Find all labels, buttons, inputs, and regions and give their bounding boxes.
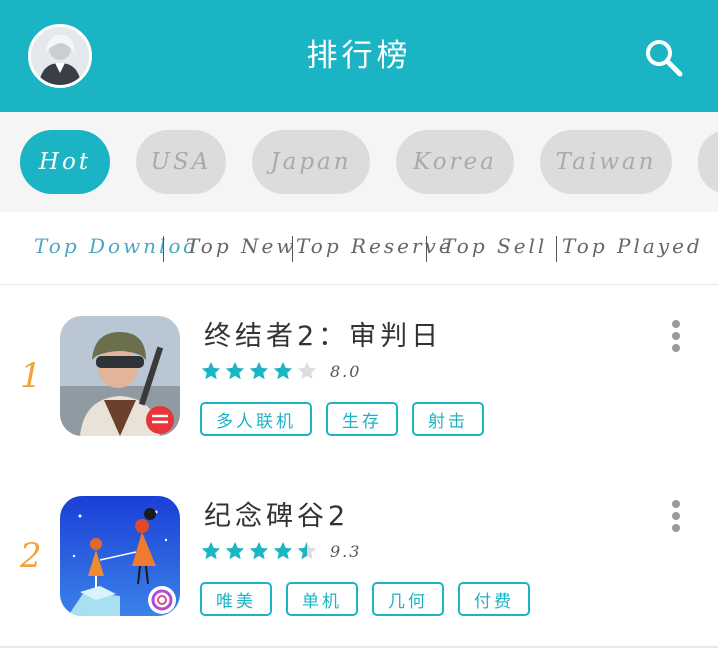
tag-chip[interactable]: 付费 bbox=[458, 582, 530, 616]
rating-stars: 8.0 bbox=[200, 360, 361, 382]
star-filled-icon bbox=[249, 541, 269, 560]
star-filled-icon bbox=[201, 361, 221, 380]
star-empty-icon bbox=[297, 361, 317, 380]
tab-top-played[interactable]: Top Played bbox=[562, 234, 703, 258]
star-filled-icon bbox=[225, 361, 245, 380]
region-chip-japan[interactable]: Japan bbox=[252, 130, 370, 194]
star-half-icon bbox=[297, 541, 317, 560]
region-chip-hot[interactable]: Hot bbox=[20, 130, 110, 194]
app-name: 终结者2：审判日 bbox=[204, 321, 443, 352]
tab-divider bbox=[556, 236, 557, 262]
tag-chip[interactable]: 多人联机 bbox=[200, 402, 312, 436]
star-filled-icon bbox=[273, 361, 293, 380]
tab-top-reserve[interactable]: Top Reserve bbox=[296, 234, 454, 258]
tab-divider bbox=[426, 236, 427, 262]
star-filled-icon bbox=[225, 541, 245, 560]
rating-stars: 9.3 bbox=[200, 540, 361, 562]
list-item[interactable]: 1 终结者2：审判日 8.0 多人联机 生存 射击 bbox=[0, 286, 718, 468]
list-item[interactable]: 2 纪念碑谷2 9.3 唯美 单机 几何 付费 bbox=[0, 466, 718, 648]
page-title: 排行榜 bbox=[306, 38, 412, 74]
app-header: 排行榜 bbox=[0, 0, 718, 112]
app-name: 纪念碑谷2 bbox=[204, 501, 350, 532]
region-chip-taiwan[interactable]: Taiwan bbox=[540, 130, 672, 194]
tag-chip[interactable]: 几何 bbox=[372, 582, 444, 616]
rating-value: 9.3 bbox=[330, 541, 362, 561]
tab-divider bbox=[292, 236, 293, 262]
star-filled-icon bbox=[201, 541, 221, 560]
tag-chip[interactable]: 唯美 bbox=[200, 582, 272, 616]
star-filled-icon bbox=[273, 541, 293, 560]
region-filter-bar: Hot USA Japan Korea Taiwan bbox=[0, 112, 718, 212]
tag-list: 唯美 单机 几何 付费 bbox=[200, 582, 544, 616]
more-options-icon[interactable] bbox=[668, 320, 684, 356]
region-chip-usa[interactable]: USA bbox=[136, 130, 226, 194]
region-chip-korea[interactable]: Korea bbox=[396, 130, 514, 194]
search-icon[interactable] bbox=[642, 36, 686, 80]
tab-divider bbox=[163, 236, 164, 262]
tag-chip[interactable]: 射击 bbox=[412, 402, 484, 436]
region-chip-overflow[interactable] bbox=[698, 130, 718, 194]
app-icon[interactable] bbox=[60, 496, 180, 616]
ranking-type-tabs: Top Downlod Top New Top Reserve Top Sell… bbox=[0, 212, 718, 285]
star-filled-icon bbox=[249, 361, 269, 380]
rank-number: 2 bbox=[20, 536, 42, 576]
rating-value: 8.0 bbox=[330, 361, 362, 381]
tab-top-new[interactable]: Top New bbox=[186, 234, 296, 258]
more-options-icon[interactable] bbox=[668, 500, 684, 536]
tab-top-download[interactable]: Top Downlod bbox=[34, 234, 199, 258]
rank-number: 1 bbox=[20, 356, 42, 396]
app-icon[interactable] bbox=[60, 316, 180, 436]
tag-chip[interactable]: 单机 bbox=[286, 582, 358, 616]
tab-top-sell[interactable]: Top Sell bbox=[442, 234, 547, 258]
tag-chip[interactable]: 生存 bbox=[326, 402, 398, 436]
tag-list: 多人联机 生存 射击 bbox=[200, 402, 498, 436]
